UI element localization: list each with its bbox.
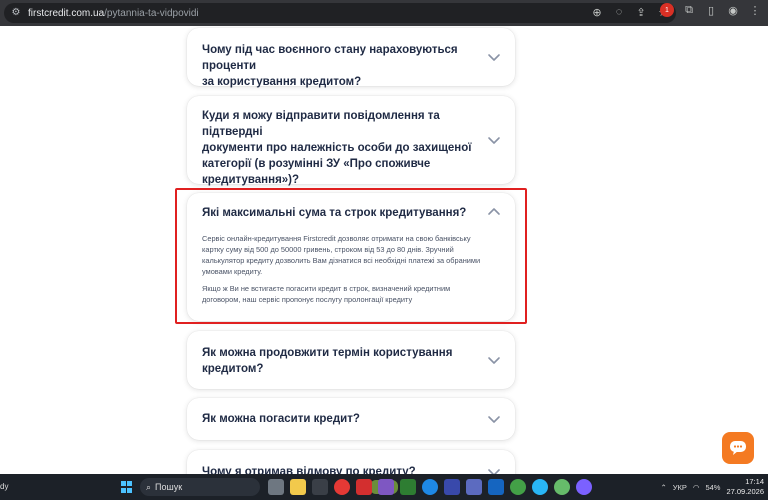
- faq-question: Чому я отримав відмову по кредиту?: [202, 464, 482, 474]
- faq-item-expanded[interactable]: Які максимальні сума та строк кредитуван…: [187, 193, 515, 321]
- edge-icon[interactable]: [422, 479, 438, 495]
- faq-answer-line: договором, наш сервіс пропонує послугу п…: [202, 295, 413, 304]
- chevron-down-icon[interactable]: [487, 133, 501, 147]
- search-icon: ⌕: [146, 481, 152, 492]
- taskbar-search[interactable]: ⌕ Пошук: [140, 478, 398, 496]
- faq-question-line: Куди я можу відправити повідомлення та п…: [202, 110, 440, 138]
- faq-answer-line: Сервіс онлайн-кредитування Firstcredit д…: [202, 234, 471, 243]
- faq-item[interactable]: Чому під час воєнного стану нараховуютьс…: [187, 28, 515, 88]
- faq-question-line: кредитом?: [202, 363, 264, 375]
- faq-question: Як можна погасити кредит?: [202, 411, 482, 427]
- battery-percent[interactable]: 54%: [705, 483, 720, 492]
- url-path: /pytannia-ta-vidpovidi: [104, 7, 199, 19]
- faq-question-line: документи про належність особи до захище…: [202, 142, 472, 154]
- faq-answer: Сервіс онлайн-кредитування Firstcredit д…: [202, 233, 502, 305]
- faq-question: Чому під час воєнного стану нараховуютьс…: [202, 42, 482, 90]
- faq-question-line: кредитування»)?: [202, 174, 300, 186]
- menu-kebab-icon[interactable]: ⋮: [748, 3, 762, 17]
- url-host: firstcredit.com.ua: [28, 7, 105, 19]
- faq-question: Які максимальні сума та строк кредитуван…: [202, 205, 482, 221]
- faq-question: Куди я можу відправити повідомлення та п…: [202, 108, 482, 188]
- faq-question-line: за користування кредитом?: [202, 76, 362, 88]
- task-view-icon[interactable]: [268, 479, 284, 495]
- faq-question: Як можна продовжити термін користування …: [202, 345, 482, 377]
- faq-answer-line: калькулятор кредиту дозволить Вам дізнат…: [202, 256, 481, 265]
- teams-icon[interactable]: [466, 479, 482, 495]
- app-icon[interactable]: [554, 479, 570, 495]
- faq-answer-line: умовами кредиту.: [202, 267, 263, 276]
- faq-question-line: Які максимальні сума та строк кредитуван…: [202, 207, 467, 219]
- extensions-puzzle-icon[interactable]: ⧉: [682, 3, 696, 17]
- extension-badge-icon[interactable]: 1: [660, 3, 674, 17]
- opera-icon[interactable]: [334, 479, 350, 495]
- chevron-down-icon[interactable]: [487, 353, 501, 367]
- address-bar[interactable]: ⚙ firstcredit.com.ua/pytannia-ta-vidpovi…: [4, 3, 676, 23]
- system-tray: ⌃ УКР ◠ 54% 17:14 27.09.2026: [660, 477, 764, 497]
- store-icon[interactable]: [444, 479, 460, 495]
- faq-question-line: категорії (в розумінні ЗУ «Про споживче: [202, 158, 431, 170]
- extensions-area: 1 ⧉ ▯ ◉ ⋮: [660, 3, 762, 17]
- faq-question-line: Як можна погасити кредит?: [202, 413, 360, 425]
- faq-question-line: Чому я отримав відмову по кредиту?: [202, 466, 416, 474]
- browser-toolbar: ⚙ firstcredit.com.ua/pytannia-ta-vidpovi…: [0, 0, 768, 26]
- chat-button[interactable]: [722, 432, 754, 464]
- chat-bubble-icon: [730, 441, 746, 455]
- weather-widget[interactable]: dy: [0, 482, 8, 491]
- chevron-down-icon[interactable]: [487, 412, 501, 426]
- faq-answer-line: Якщо ж Ви не встигаєте погасити кредит в…: [202, 284, 451, 293]
- profile-icon[interactable]: ◉: [726, 3, 740, 17]
- faq-item[interactable]: Чому я отримав відмову по кредиту?: [187, 450, 515, 474]
- chevron-down-icon[interactable]: [487, 50, 501, 64]
- eye-off-icon[interactable]: ◌: [612, 5, 626, 19]
- taskbar: dy ⌕ Пошук ⌃ УКР ◠ 54% 17:14 27.09.2026: [0, 474, 768, 500]
- faq-page: Чому під час воєнного стану нараховуютьс…: [0, 26, 768, 474]
- tray-chevron-icon[interactable]: ⌃: [660, 483, 666, 492]
- app-icon[interactable]: [378, 479, 394, 495]
- app-icon[interactable]: [312, 479, 328, 495]
- sidebar-icon[interactable]: ▯: [704, 3, 718, 17]
- search-placeholder: Пошук: [155, 482, 183, 492]
- clock-date: 27.09.2026: [726, 487, 764, 496]
- faq-item[interactable]: Як можна продовжити термін користування …: [187, 331, 515, 389]
- chrome-icon[interactable]: [510, 479, 526, 495]
- taskbar-apps: [268, 479, 592, 495]
- file-explorer-icon[interactable]: [290, 479, 306, 495]
- chevron-down-icon[interactable]: [487, 465, 501, 474]
- clock[interactable]: 17:14 27.09.2026: [726, 477, 764, 497]
- wifi-icon[interactable]: ◠: [693, 483, 700, 492]
- faq-question-line: Як можна продовжити термін користування: [202, 347, 453, 359]
- app-l-icon[interactable]: [356, 479, 372, 495]
- faq-item[interactable]: Як можна погасити кредит?: [187, 398, 515, 440]
- faq-item[interactable]: Куди я можу відправити повідомлення та п…: [187, 96, 515, 186]
- language-indicator[interactable]: УКР: [673, 483, 687, 492]
- telegram-icon[interactable]: [532, 479, 548, 495]
- windows-start-icon[interactable]: [121, 481, 133, 493]
- chevron-up-icon[interactable]: [487, 205, 501, 219]
- dropbox-icon[interactable]: [488, 479, 504, 495]
- url-text[interactable]: firstcredit.com.ua/pytannia-ta-vidpovidi: [28, 8, 199, 19]
- address-bar-actions: ⊕ ◌ ⇪ ☆: [590, 5, 670, 19]
- app-icon[interactable]: [400, 479, 416, 495]
- clock-time: 17:14: [745, 477, 764, 486]
- site-info-icon[interactable]: ⚙: [10, 7, 22, 19]
- faq-question-line: Чому під час воєнного стану нараховуютьс…: [202, 44, 458, 72]
- faq-answer-line: картку суму від 500 до 50000 гривень, ст…: [202, 245, 454, 254]
- viber-icon[interactable]: [576, 479, 592, 495]
- share-icon[interactable]: ⇪: [634, 5, 648, 19]
- zoom-icon[interactable]: ⊕: [590, 5, 604, 19]
